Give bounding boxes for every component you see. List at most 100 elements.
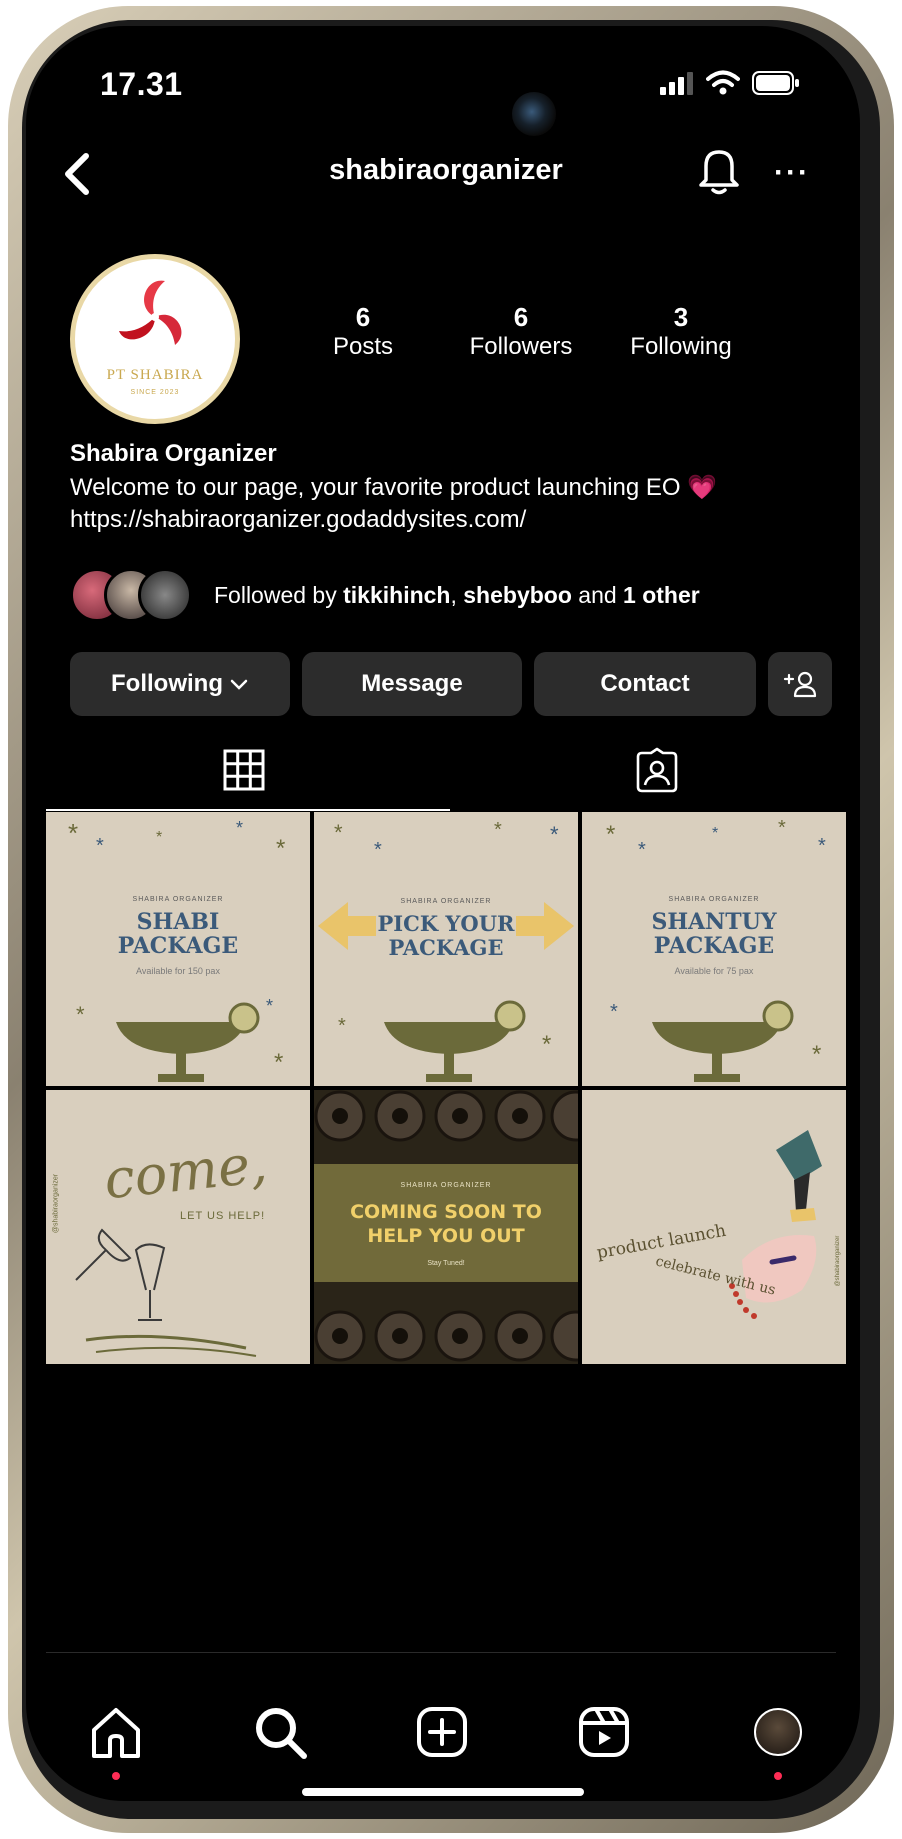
post-pick-your-package[interactable]: * * * * * * SHABIRA ORGANIZER PICK YOUR … [314,812,578,1086]
svg-text:*: * [236,818,243,838]
post-title-line1: SHABI [136,909,220,935]
bio-link[interactable]: https://shabiraorganizer.godaddysites.co… [70,504,717,536]
avatar[interactable]: PT SHABIRA SINCE 2023 [70,254,240,424]
post-shantuy-package[interactable]: * * * * * * * SHABIRA ORGANIZER SHANTUY … [582,812,846,1086]
post-shabi-package[interactable]: * * * * * * * * SHABIRA ORGANIZER SHABI … [46,812,310,1086]
post-decoration [75,1228,257,1357]
signal-icon [660,72,693,95]
bottom-nav-divider [46,1652,836,1653]
reels-icon[interactable] [574,1702,634,1762]
status-icons [660,70,800,96]
suggest-people-button[interactable] [768,652,832,716]
search-icon[interactable] [250,1702,310,1762]
post-title-line2: PACKAGE [653,933,775,959]
stat-followers-label: Followers [469,333,573,360]
followed-by-user2[interactable]: shebyboo [463,582,572,608]
create-icon[interactable] [412,1702,472,1762]
post-handle: @shabiraorganizer [835,1235,841,1287]
home-indicator[interactable] [302,1788,584,1796]
message-button[interactable]: Message [302,652,522,716]
post-title-line1: SHANTUY [651,909,777,935]
post-tagline: LET US HELP! [180,1210,266,1222]
battery-icon [752,71,799,95]
grid-icon[interactable] [222,748,266,792]
stat-following-count: 3 [673,302,689,332]
svg-text:*: * [494,819,502,841]
followed-by-and: and [571,581,624,608]
post-brand: SHABIRA ORGANIZER [400,898,492,905]
app-screen: 17.31 shabiraorganizer ··· PT SHABIRA SI… [26,26,860,1801]
post-title-line2: HELP YOU OUT [367,1225,525,1247]
svg-text:*: * [76,1002,85,1027]
svg-text:*: * [550,822,559,847]
post-title-line2: PACKAGE [117,933,239,959]
more-options-icon[interactable]: ··· [774,156,810,190]
contact-button[interactable]: Contact [534,652,756,716]
svg-text:*: * [96,835,104,857]
post-handle: @shabiraorganizer [52,1173,60,1234]
svg-text:*: * [274,1049,283,1076]
svg-text:*: * [542,1031,551,1058]
active-tab-indicator [46,809,450,811]
svg-text:*: * [156,829,162,846]
profile-tabs [26,738,860,818]
posts-grid: * * * * * * * * SHABIRA ORGANIZER SHABI … [46,812,856,1364]
following-button[interactable]: Following [70,652,290,716]
profile-notification-dot [774,1772,782,1780]
svg-text:*: * [266,996,273,1016]
svg-text:*: * [712,825,718,842]
bell-icon[interactable] [696,142,742,198]
svg-text:*: * [68,818,78,848]
chevron-left-icon[interactable] [54,144,104,204]
followed-by-user1[interactable]: tikkihinch [343,582,450,608]
follower-avatar [138,568,192,622]
bio-text: Welcome to our page, your favorite produ… [70,474,718,501]
svg-text:*: * [812,1041,821,1068]
post-subtitle: Available for 150 pax [136,966,220,976]
home-icon[interactable] [86,1702,146,1762]
stat-followers[interactable]: 6 Followers [446,302,596,362]
profile-icon[interactable] [754,1708,802,1756]
followed-by-sep: , [450,581,464,608]
svg-text:*: * [338,1015,346,1037]
post-coming-soon[interactable]: SHABIRA ORGANIZER COMING SOON TO HELP YO… [314,1090,578,1364]
post-title-line2: PACKAGE [388,935,504,960]
stat-posts-label: Posts [332,333,394,360]
followed-by-prefix: Followed by [214,581,344,608]
post-subtitle: Stay Tuned! [427,1260,465,1267]
avatar-brand-text: PT SHABIRA [106,367,204,383]
wifi-icon [706,70,740,95]
svg-text:*: * [610,1001,618,1023]
post-product-launch[interactable]: product launch celebrate with us @shabir… [582,1090,846,1364]
followed-by-text: Followed by tikkihinch, shebyboo and 1 o… [214,582,700,609]
header-username: shabiraorganizer [329,154,563,186]
chevron-down-icon [230,679,248,690]
stat-following-label: Following [630,333,732,360]
tagged-icon[interactable] [634,747,680,793]
stat-following[interactable]: 3 Following [606,302,756,362]
avatar-brand-subtext: SINCE 2023 [130,389,180,396]
post-brand: SHABIRA ORGANIZER [132,896,224,903]
svg-text:*: * [818,835,826,857]
followed-by-others[interactable]: 1 other [623,582,700,608]
svg-text:*: * [606,821,615,848]
add-person-icon [783,671,817,698]
svg-text:*: * [638,839,646,861]
post-come-let-us-help[interactable]: @shabiraorganizer come, LET US HELP! [46,1090,310,1364]
svg-text:*: * [334,820,343,845]
status-time: 17.31 [100,66,183,102]
bio: Welcome to our page, your favorite produ… [70,472,717,536]
stat-followers-count: 6 [513,302,529,332]
stat-posts[interactable]: 6 Posts [288,302,438,362]
stat-posts-count: 6 [355,302,371,332]
post-subtitle: Available for 75 pax [674,966,754,976]
home-notification-dot [112,1772,120,1780]
svg-text:*: * [276,835,285,862]
post-brand: SHABIRA ORGANIZER [400,1182,492,1189]
front-camera [512,92,556,136]
post-title-line1: COMING SOON TO [350,1201,542,1223]
followed-by[interactable]: Followed by tikkihinch, shebyboo and 1 o… [70,566,700,624]
display-name: Shabira Organizer [70,440,277,467]
post-brand: SHABIRA ORGANIZER [668,896,760,903]
post-title-line1: PICK YOUR [377,911,515,936]
